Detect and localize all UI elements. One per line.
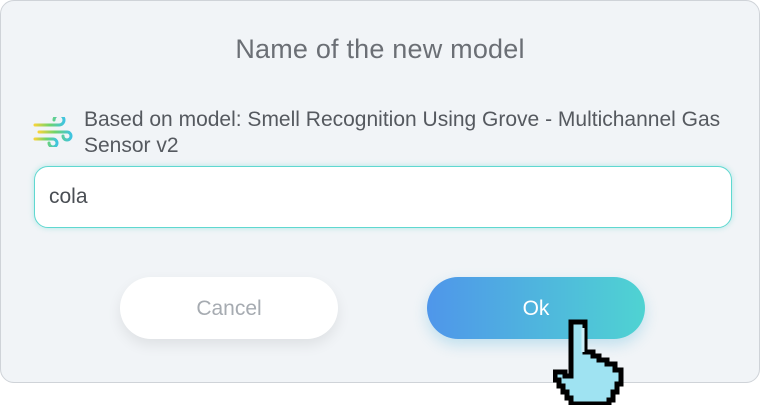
wind-icon: [33, 117, 73, 147]
model-info-text: Based on model: Smell Recognition Using …: [84, 108, 721, 157]
dialog-title: Name of the new model: [235, 34, 525, 64]
model-name-input[interactable]: [34, 166, 732, 228]
hand-pointer-icon: [553, 319, 624, 405]
model-info: Based on model: Smell Recognition Using …: [33, 107, 753, 159]
cancel-button[interactable]: Cancel: [120, 277, 338, 339]
new-model-dialog: Name of the new model Based on model: Sm…: [0, 0, 760, 383]
